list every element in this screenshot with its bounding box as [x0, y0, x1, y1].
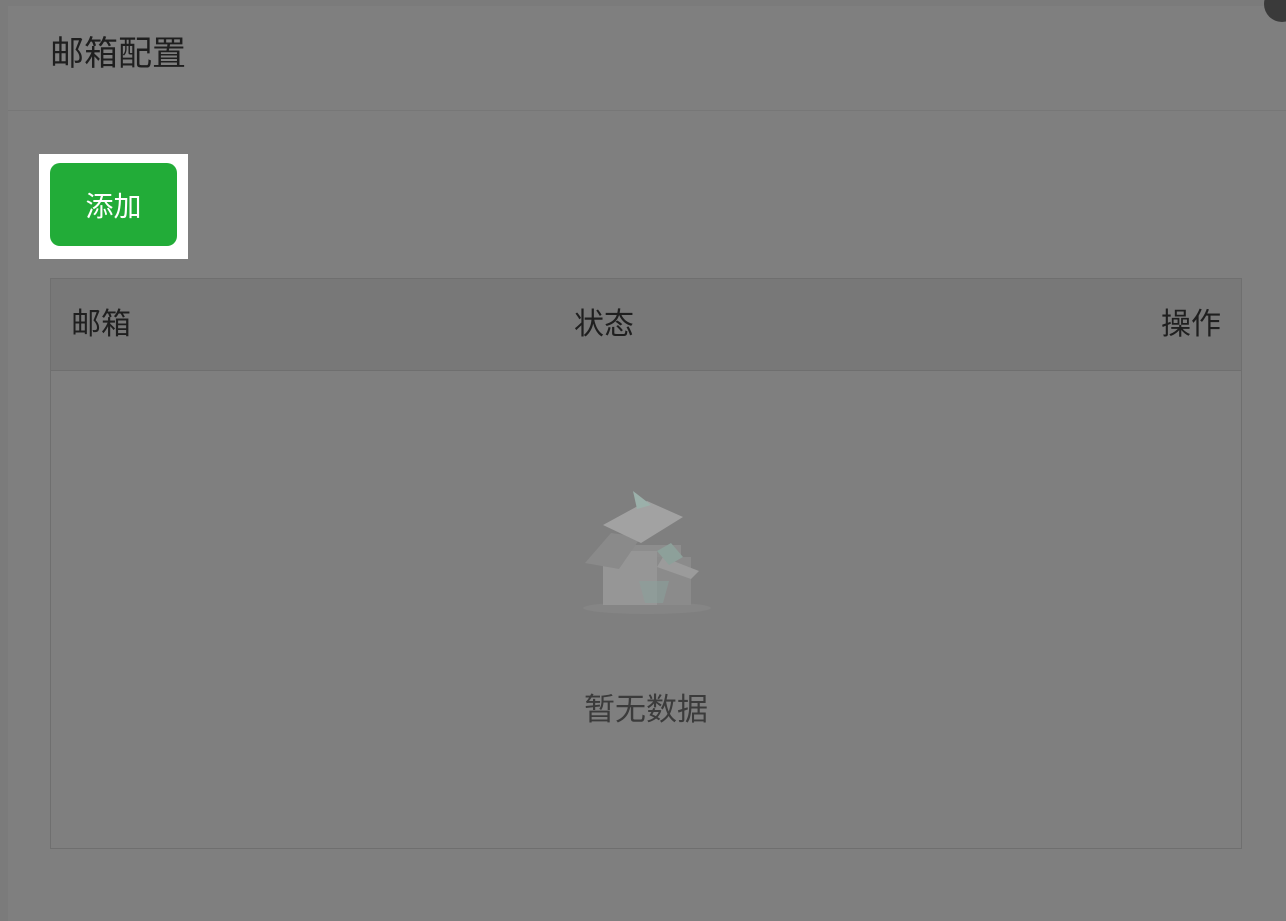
- empty-state-text: 暂无数据: [584, 692, 708, 728]
- add-button[interactable]: 添加: [50, 163, 177, 246]
- column-header-email: 邮箱: [71, 307, 131, 342]
- table-header: 邮箱 状态 操作: [51, 279, 1241, 371]
- empty-box-icon: [583, 491, 711, 614]
- dialog-header: 邮箱配置: [8, 6, 1286, 111]
- screen: 邮箱配置 添加 邮箱 状态 操作 暂无数据: [0, 0, 1286, 921]
- dialog-title: 邮箱配置: [50, 34, 186, 74]
- email-config-dialog: 邮箱配置 添加 邮箱 状态 操作 暂无数据: [8, 0, 1286, 921]
- column-header-status: 状态: [574, 307, 634, 342]
- column-header-action: 操作: [1161, 307, 1221, 342]
- email-table: 邮箱 状态 操作 暂无数据: [50, 278, 1242, 849]
